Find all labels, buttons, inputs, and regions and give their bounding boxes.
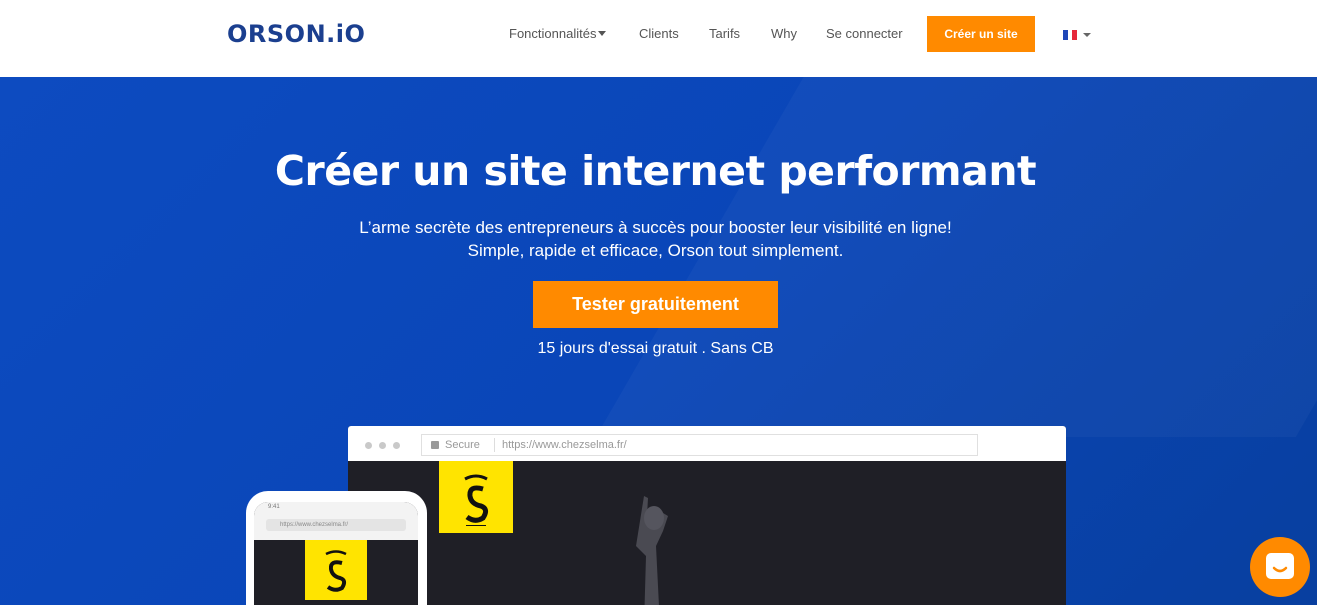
chez-selma-logo [439, 461, 513, 533]
window-dot-icon [393, 442, 400, 449]
secure-label: Secure [445, 439, 480, 451]
hero-section: Créer un site internet performant L’arme… [0, 77, 1317, 605]
hero-subtitle-line1: L’arme secrète des entrepreneurs à succè… [359, 218, 952, 237]
phone-chez-selma-logo [305, 540, 367, 600]
create-site-button[interactable]: Créer un site [927, 16, 1035, 52]
desktop-browser-mockup: Secure https://www.chezselma.fr/ [348, 426, 1066, 605]
address-bar: Secure https://www.chezselma.fr/ [421, 434, 978, 456]
lock-icon [431, 441, 439, 449]
phone-mockup: 9:41 https://www.chezselma.fr/ [246, 491, 427, 605]
free-trial-button[interactable]: Tester gratuitement [533, 281, 778, 328]
orson-logo[interactable]: ORSON.iO [227, 20, 365, 48]
hero-subtitle-line2: Simple, rapide et efficace, Orson tout s… [467, 241, 844, 260]
giraffe-image [636, 496, 668, 605]
top-navigation: ORSON.iO Fonctionnalités Clients Tarifs … [0, 0, 1317, 77]
phone-url: https://www.chezselma.fr/ [266, 519, 406, 531]
phone-time: 9:41 [268, 504, 280, 510]
france-flag-icon[interactable] [1063, 30, 1078, 40]
phone-toolbar: 9:41 https://www.chezselma.fr/ [254, 502, 418, 540]
hero-subtitle: L’arme secrète des entrepreneurs à succè… [0, 216, 1311, 262]
chat-bubble-icon[interactable] [1250, 537, 1310, 597]
window-dot-icon [379, 442, 386, 449]
chevron-down-icon [598, 31, 607, 36]
nav-why[interactable]: Why [771, 26, 797, 41]
hero-title: Créer un site internet performant [274, 147, 1037, 195]
mockup-url: https://www.chezselma.fr/ [502, 439, 627, 451]
address-divider [494, 438, 495, 452]
window-dot-icon [365, 442, 372, 449]
nav-features[interactable]: Fonctionnalités [509, 26, 607, 41]
language-chevron-icon[interactable] [1083, 33, 1091, 37]
phone-screen: 9:41 https://www.chezselma.fr/ [254, 502, 418, 605]
nav-features-label: Fonctionnalités [509, 26, 597, 41]
trial-note: 15 jours d'essai gratuit . Sans CB [537, 340, 774, 357]
browser-toolbar: Secure https://www.chezselma.fr/ [348, 426, 1066, 461]
nav-login[interactable]: Se connecter [826, 26, 903, 41]
nav-pricing[interactable]: Tarifs [709, 26, 740, 41]
nav-clients[interactable]: Clients [639, 26, 679, 41]
